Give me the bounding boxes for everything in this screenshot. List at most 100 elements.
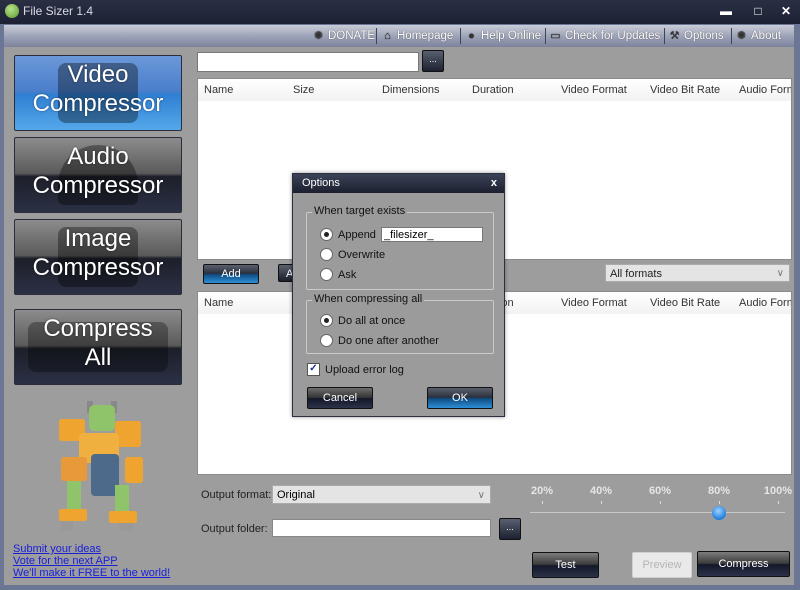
robot-mascot-image [59, 401, 143, 531]
column-header-video-bit-rate[interactable]: Video Bit Rate [650, 84, 720, 96]
dialog-close-icon[interactable]: x [491, 174, 497, 193]
slider-tick-mark [778, 501, 779, 504]
browse-output-folder-button[interactable]: ... [499, 518, 521, 540]
app-logo-icon [5, 4, 19, 18]
close-button[interactable]: ✕ [774, 2, 798, 20]
info-icon: ● [468, 29, 475, 42]
slider-tick-label: 100% [763, 485, 793, 497]
output-format-label: Output format: [201, 489, 272, 501]
updates-icon: ▭ [550, 29, 561, 42]
donate-button[interactable]: ✺ DONATE [312, 28, 375, 44]
window-title: File Sizer 1.4 [23, 4, 94, 18]
column-header-name[interactable]: Name [204, 297, 233, 309]
append-radio[interactable]: Append [320, 228, 376, 241]
upload-error-log-checkbox[interactable]: ✓ Upload error log [307, 363, 404, 376]
wrench-icon: ⚒ [669, 29, 680, 42]
chevron-down-icon: ∨ [477, 490, 485, 501]
do-one-after-another-label: Do one after another [338, 334, 439, 347]
options-button[interactable]: ⚒ Options [668, 28, 724, 44]
title-bar: File Sizer 1.4 ▬ □ ✕ [0, 0, 800, 24]
ask-radio[interactable]: Ask [320, 268, 356, 281]
slider-tick-mark [719, 501, 720, 504]
browse-source-button[interactable]: ... [422, 50, 444, 72]
donate-icon: ✺ [313, 29, 324, 42]
cancel-button[interactable]: Cancel [307, 387, 373, 409]
format-filter-dropdown[interactable]: All formats ∨ [605, 264, 790, 282]
do-one-after-another-radio[interactable]: Do one after another [320, 334, 439, 347]
minimize-button[interactable]: ▬ [714, 2, 738, 20]
column-header-video-format[interactable]: Video Format [561, 84, 627, 96]
check-updates-button[interactable]: ▭ Check for Updates [549, 28, 660, 44]
output-folder-input[interactable] [272, 519, 491, 537]
video-compressor-button[interactable]: Video Compressor [14, 55, 182, 131]
options-label: Options [684, 30, 724, 42]
compress-all-button[interactable]: Compress All [14, 309, 182, 385]
free-to-world-link[interactable]: We'll make it FREE to the world! [13, 567, 170, 579]
about-button[interactable]: ✺ About [735, 28, 781, 44]
home-icon: ⌂ [384, 29, 391, 42]
overwrite-label: Overwrite [338, 248, 386, 261]
image-compressor-button[interactable]: Image Compressor [14, 219, 182, 295]
audio-compressor-button[interactable]: Audio Compressor [14, 137, 182, 213]
upload-error-log-label: Upload error log [325, 363, 404, 376]
compress-button[interactable]: Compress [697, 551, 790, 577]
column-header-video-format[interactable]: Video Format [561, 297, 627, 309]
slider-tick-mark [601, 501, 602, 504]
about-label: About [751, 30, 782, 42]
do-all-at-once-radio[interactable]: Do all at once [320, 314, 405, 327]
column-header-audio-format[interactable]: Audio Form [739, 84, 791, 96]
column-header-size[interactable]: Size [293, 84, 314, 96]
toolbar-separator [376, 28, 377, 44]
test-button[interactable]: Test [532, 552, 599, 578]
dialog-title-bar: Options x [293, 174, 504, 193]
help-online-label: Help Online [481, 30, 542, 42]
output-folder-label: Output folder: [201, 523, 268, 535]
checkmark-icon: ✓ [307, 363, 320, 376]
vote-next-app-link[interactable]: Vote for the next APP [13, 555, 170, 567]
sidebar-links: Submit your ideas Vote for the next APP … [13, 543, 170, 579]
column-header-duration[interactable]: Duration [472, 84, 514, 96]
slider-track[interactable] [530, 512, 785, 513]
append-suffix-input[interactable] [381, 227, 483, 242]
toolbar-separator [460, 28, 461, 44]
add-button[interactable]: Add [203, 264, 259, 284]
quality-slider[interactable]: 20% 40% 60% 80% 100% [524, 482, 794, 522]
slider-thumb[interactable] [712, 506, 726, 520]
homepage-label: Homepage [397, 30, 454, 42]
toolbar-separator [545, 28, 546, 44]
chevron-down-icon: ∨ [776, 268, 784, 279]
output-format-dropdown[interactable]: Original ∨ [272, 485, 491, 504]
slider-tick-mark [660, 501, 661, 504]
donate-label: DONATE [328, 30, 376, 42]
column-header-dimensions[interactable]: Dimensions [382, 84, 439, 96]
audio-compressor-label: Audio Compressor [32, 143, 164, 199]
column-header-video-bit-rate[interactable]: Video Bit Rate [650, 297, 720, 309]
homepage-button[interactable]: ⌂ Homepage [381, 28, 453, 44]
source-list-header: Name Size Dimensions Duration Video Form… [198, 79, 791, 101]
help-online-button[interactable]: ● Help Online [465, 28, 541, 44]
submit-ideas-link[interactable]: Submit your ideas [13, 543, 170, 555]
compressing-all-group: When compressing all Do all at once Do o… [306, 293, 494, 354]
top-toolbar: ✺ DONATE ⌂ Homepage ● Help Online ▭ Chec… [4, 25, 794, 48]
column-header-name[interactable]: Name [204, 84, 233, 96]
radio-unselected-icon [320, 248, 333, 261]
toolbar-separator [731, 28, 732, 44]
do-all-at-once-label: Do all at once [338, 314, 406, 327]
source-path-input[interactable] [197, 52, 419, 72]
format-filter-value: All formats [610, 268, 662, 280]
radio-selected-icon [320, 314, 333, 327]
ok-button[interactable]: OK [427, 387, 493, 409]
radio-unselected-icon [320, 268, 333, 281]
overwrite-radio[interactable]: Overwrite [320, 248, 385, 261]
preview-button[interactable]: Preview [632, 552, 692, 578]
video-compressor-label: Video Compressor [32, 61, 164, 117]
image-compressor-label: Image Compressor [32, 225, 164, 281]
slider-tick-label: 60% [648, 485, 672, 497]
about-icon: ✺ [736, 29, 747, 42]
compress-all-label: Compress All [43, 315, 153, 371]
slider-tick-label: 80% [707, 485, 731, 497]
maximize-button[interactable]: □ [746, 2, 770, 20]
toolbar-separator [664, 28, 665, 44]
column-header-audio-format[interactable]: Audio Form [739, 297, 791, 309]
slider-tick-mark [542, 501, 543, 504]
